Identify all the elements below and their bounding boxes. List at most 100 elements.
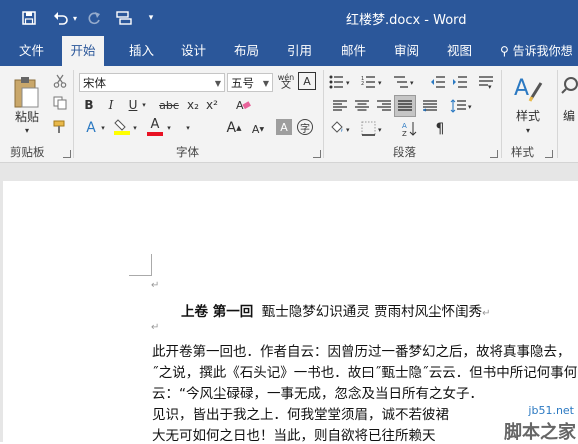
- redo-icon[interactable]: [84, 0, 104, 36]
- customize-icon[interactable]: [113, 0, 135, 36]
- chevron-down-icon: ▼: [262, 79, 269, 88]
- font-color-button[interactable]: A: [145, 117, 165, 137]
- underline-dropdown-icon[interactable]: ▾: [139, 96, 149, 114]
- heading-rest-text: 甄士隐梦幻识通灵 贾雨村风尘怀闺秀: [261, 304, 483, 320]
- styles-launcher-icon[interactable]: [545, 150, 553, 158]
- font-dropdown-icon[interactable]: ▾: [184, 119, 192, 137]
- line-spacing-icon[interactable]: ▾: [448, 96, 476, 116]
- bullets-icon[interactable]: ▾: [328, 72, 356, 92]
- increase-indent-icon[interactable]: [450, 72, 470, 92]
- highlight-dropdown-icon[interactable]: ▾: [131, 119, 139, 137]
- shrink-font-label: A: [251, 122, 260, 136]
- justify-icon[interactable]: [394, 95, 416, 117]
- svg-text:A: A: [402, 122, 407, 130]
- styles-dropdown-icon[interactable]: ▾: [519, 125, 537, 135]
- tell-me-box[interactable]: ⚲ 告诉我你想: [500, 36, 573, 66]
- clear-formatting-icon[interactable]: A: [233, 96, 253, 114]
- separator: [73, 70, 74, 158]
- shrink-font-caret: ▼: [259, 125, 265, 133]
- highlight-icon[interactable]: [112, 117, 132, 137]
- heading-paragraph-mark: ↵: [482, 308, 491, 319]
- distributed-icon[interactable]: [420, 96, 440, 116]
- styles-group-label: 样式: [511, 145, 534, 159]
- show-marks-icon[interactable]: ¶: [430, 119, 450, 139]
- save-icon[interactable]: [18, 0, 40, 36]
- format-painter-icon[interactable]: [51, 118, 69, 136]
- chinese-layout-icon[interactable]: ▾: [476, 72, 496, 92]
- body-line: 见识，皆出于我之上．何我堂堂须眉，诚不若彼裙: [152, 407, 449, 423]
- tab-file[interactable]: 文件: [11, 36, 52, 66]
- tab-references[interactable]: 引用: [279, 36, 320, 66]
- body-line: 此开卷第一回也．作者自云：因曾历过一番梦幻之后，故将真事隐去，: [152, 344, 571, 360]
- paragraph-mark: ↵: [151, 322, 160, 333]
- svg-text:▾: ▾: [346, 79, 350, 87]
- strikethrough-button[interactable]: abc: [157, 96, 181, 114]
- font-color-dropdown-icon[interactable]: ▾: [165, 119, 173, 137]
- svg-text:▾: ▾: [488, 83, 492, 89]
- paste-dropdown-icon[interactable]: ▾: [17, 125, 37, 135]
- font-size-select[interactable]: 五号 ▼: [227, 73, 273, 92]
- undo-icon[interactable]: [50, 0, 72, 36]
- decrease-indent-icon[interactable]: [428, 72, 448, 92]
- svg-text:▾: ▾: [378, 79, 382, 87]
- shrink-font-button[interactable]: A ▼: [248, 119, 268, 139]
- cut-icon[interactable]: [51, 72, 69, 90]
- tab-design[interactable]: 设计: [173, 36, 214, 66]
- text-effects-button[interactable]: A: [82, 119, 100, 137]
- paste-icon[interactable]: [10, 72, 42, 112]
- svg-text:▾: ▾: [346, 126, 350, 134]
- phonetic-guide-button[interactable]: wén 文: [276, 72, 296, 92]
- editing-label[interactable]: 编: [563, 107, 578, 123]
- tab-layout[interactable]: 布局: [226, 36, 267, 66]
- text-effects-dropdown-icon[interactable]: ▾: [99, 119, 107, 137]
- chevron-down-icon: ▼: [214, 79, 221, 88]
- clipboard-launcher-icon[interactable]: [63, 150, 71, 158]
- grow-font-button[interactable]: A ▲: [224, 118, 244, 138]
- editing-icon[interactable]: [561, 72, 578, 104]
- bold-button[interactable]: B: [80, 96, 98, 114]
- svg-text:A: A: [514, 76, 529, 101]
- shading-icon[interactable]: ▾: [328, 119, 356, 139]
- paragraph-launcher-icon[interactable]: [490, 150, 498, 158]
- font-group-label: 字体: [176, 145, 199, 159]
- paragraph-group-label: 段落: [393, 145, 416, 159]
- undo-dropdown-icon[interactable]: ▾: [70, 0, 80, 36]
- separator: [323, 70, 324, 158]
- subscript-button[interactable]: x₂: [184, 96, 202, 114]
- char-shading-button[interactable]: A: [276, 119, 292, 135]
- paste-label[interactable]: 粘贴: [11, 108, 43, 124]
- char-border-button[interactable]: A: [298, 72, 316, 90]
- styles-gallery-icon[interactable]: A: [512, 72, 544, 104]
- tab-mailings[interactable]: 邮件: [333, 36, 374, 66]
- tab-insert[interactable]: 插入: [121, 36, 162, 66]
- tab-home[interactable]: 开始: [62, 36, 104, 66]
- align-center-icon[interactable]: [352, 96, 372, 116]
- svg-text:A: A: [236, 99, 244, 112]
- enclose-char-button[interactable]: 字: [297, 119, 313, 135]
- site-watermark: jb51.net 脚本之家: [482, 402, 578, 443]
- sort-icon[interactable]: AZ: [400, 119, 420, 139]
- svg-text:▾: ▾: [378, 126, 382, 134]
- qat-more-icon[interactable]: ▾: [144, 0, 158, 36]
- separator: [501, 70, 502, 158]
- italic-button[interactable]: I: [102, 96, 120, 114]
- watermark-site: jb51.net: [528, 404, 574, 417]
- tab-view[interactable]: 视图: [439, 36, 480, 66]
- font-launcher-icon[interactable]: [313, 150, 321, 158]
- body-line: ˝之说，撰此《石头记》一书也．故曰˝甄士隐˝云云．但书中所记何事何: [152, 365, 578, 381]
- ribbon-tabs: 文件 开始 插入 设计 布局 引用 邮件 审阅 视图 ⚲ 告诉我你想: [0, 36, 578, 66]
- copy-icon[interactable]: [51, 94, 69, 112]
- align-right-icon[interactable]: [374, 96, 394, 116]
- multilevel-list-icon[interactable]: ▾: [392, 72, 420, 92]
- tab-review[interactable]: 审阅: [386, 36, 427, 66]
- borders-icon[interactable]: ▾: [360, 119, 388, 139]
- align-left-icon[interactable]: [330, 96, 350, 116]
- window-title: 红楼梦.docx - Word: [346, 13, 467, 28]
- styles-label[interactable]: 样式: [511, 107, 545, 123]
- grow-font-label: A: [226, 120, 237, 136]
- superscript-button[interactable]: x²: [203, 96, 221, 114]
- numbering-icon[interactable]: 1 2 ▾: [360, 72, 388, 92]
- grow-font-caret: ▲: [236, 124, 242, 132]
- title-bar: ▾ ▾ 红楼梦.docx - Word: [0, 0, 578, 36]
- font-name-select[interactable]: 宋体 ▼: [79, 73, 225, 92]
